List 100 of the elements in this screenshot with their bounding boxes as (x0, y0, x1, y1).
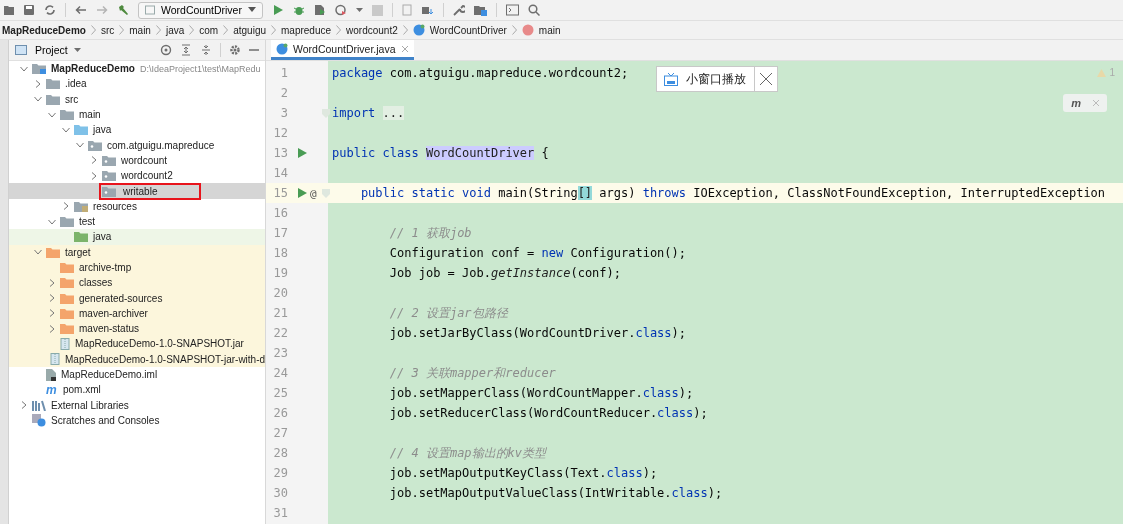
folder-icon[interactable] (4, 4, 14, 16)
close-icon[interactable] (400, 44, 409, 53)
chevron-right-icon[interactable] (48, 278, 56, 287)
chevron-right-icon[interactable] (34, 79, 42, 88)
locate-icon[interactable] (160, 44, 172, 56)
sync-icon[interactable] (44, 4, 56, 16)
code-text: job.setMapOutputValueClass(IntWritable. (389, 486, 672, 500)
line-number: 12 (272, 126, 289, 140)
breadcrumb-item[interactable]: atguigu (233, 24, 266, 36)
tree-row[interactable]: m pom.xml (9, 382, 265, 398)
breadcrumb-item[interactable]: main (129, 24, 151, 36)
library-icon (32, 399, 46, 411)
tree-row[interactable]: main (9, 106, 265, 123)
tree-row[interactable]: MapReduceDemo D:\IdeaProject1\test\MapRedu (9, 61, 265, 77)
settings-icon[interactable] (229, 44, 241, 56)
chevron-right-icon[interactable] (62, 202, 70, 211)
tree-row[interactable]: com.atguigu.mapreduce (9, 137, 265, 153)
breadcrumb-item[interactable]: src (100, 24, 115, 36)
chevron-right-icon[interactable] (48, 309, 56, 318)
bug-icon[interactable] (292, 4, 305, 16)
run-icon[interactable] (298, 188, 307, 198)
tree-row[interactable]: src (9, 91, 265, 107)
package-icon[interactable] (420, 4, 434, 16)
editor-tab[interactable]: WordCountDriver.java (271, 40, 414, 60)
breadcrumb-item[interactable]: main (538, 24, 561, 36)
project-structure-icon[interactable] (473, 4, 487, 16)
chevron-down-icon[interactable] (48, 217, 56, 226)
code-comment: // 2 设置jar包路径 (389, 305, 508, 320)
coverage-icon[interactable] (313, 4, 326, 16)
tree-row[interactable]: wordcount (9, 152, 265, 169)
wrench-icon[interactable] (452, 4, 465, 16)
tree-row[interactable]: maven-status (9, 321, 265, 337)
tree-row[interactable]: wordcount2 (9, 168, 265, 184)
tree-row[interactable]: writable (9, 183, 265, 199)
terminal-icon[interactable] (505, 4, 519, 16)
tree-row[interactable]: test (9, 213, 265, 230)
code-text: ); (671, 326, 686, 340)
tree-row[interactable]: java (9, 229, 265, 245)
breadcrumb-item[interactable]: wordcount2 (346, 24, 398, 36)
code-keyword: package (332, 66, 383, 80)
caret-icon[interactable] (355, 7, 363, 13)
warning-icon (1097, 68, 1107, 77)
chevron-icon (402, 25, 408, 35)
chevron-down-icon[interactable] (34, 248, 42, 257)
tree-item-label: pom.xml (62, 384, 102, 396)
chevron-right-icon[interactable] (48, 294, 56, 303)
line-number: 20 (272, 286, 289, 300)
tree-row[interactable]: MapReduceDemo-1.0-SNAPSHOT.jar (9, 336, 265, 352)
line-number: 19 (272, 266, 289, 280)
tree-row[interactable]: java (9, 122, 265, 138)
method-icon (521, 24, 534, 36)
implements-icon[interactable]: @ (310, 186, 317, 200)
back-arrow-icon[interactable] (75, 4, 87, 16)
run-config-dropdown[interactable]: WordCountDriver (138, 1, 263, 19)
breadcrumb-item[interactable]: mapreduce (281, 24, 332, 36)
tree-row[interactable]: MapReduceDemo.iml (9, 366, 265, 383)
expand-all-icon[interactable] (180, 44, 192, 56)
line-number: 13 (272, 146, 289, 160)
save-icon[interactable] (23, 4, 35, 16)
hammer-icon[interactable] (117, 4, 129, 16)
chevron-right-icon[interactable] (90, 156, 98, 165)
line-number: 21 (272, 306, 289, 320)
tree-item-label: resources (92, 200, 138, 212)
tree-row[interactable]: resources (9, 198, 265, 214)
breadcrumb-item[interactable]: WordCountDriver (429, 24, 507, 36)
tree-row[interactable]: External Libraries (9, 397, 265, 413)
chevron-down-icon[interactable] (48, 110, 56, 119)
panel-icon (15, 45, 27, 55)
tree-row[interactable]: classes (9, 275, 265, 291)
chevron-down-icon[interactable] (62, 125, 70, 134)
run-icon[interactable] (271, 4, 284, 16)
chevron-down-icon[interactable] (34, 95, 42, 104)
code-keyword: class (657, 406, 694, 420)
chevron-right-icon[interactable] (48, 324, 56, 333)
profiler-icon[interactable] (334, 4, 347, 16)
chevron-right-icon[interactable] (90, 171, 98, 180)
tree-row[interactable]: generated-sources (9, 290, 265, 306)
code-text: Configuration(); (569, 246, 687, 260)
tree-item-label: MapReduceDemo.iml (60, 369, 159, 381)
tv-icon (664, 72, 678, 86)
chevron-down-icon[interactable] (76, 141, 84, 150)
breadcrumb-item[interactable]: java (165, 24, 185, 36)
run-icon[interactable] (298, 148, 307, 158)
mini-player-label[interactable]: 小窗口播放 (686, 71, 746, 87)
tree-item-label: java (91, 124, 113, 136)
maven-reload-button[interactable]: m (1063, 94, 1107, 112)
code-keyword: class (642, 386, 679, 400)
code-text: main(String (497, 186, 578, 200)
tree-row[interactable]: Scratches and Consoles (9, 412, 265, 429)
breadcrumb-item[interactable]: MapReduceDemo (2, 24, 86, 36)
project-view-dropdown[interactable]: Project (35, 44, 81, 56)
breadcrumb-item[interactable]: com (199, 24, 219, 36)
tree-row[interactable]: .idea (9, 76, 265, 92)
chevron-right-icon[interactable] (20, 401, 28, 410)
bracket-match: [] (577, 186, 593, 200)
collapse-all-icon[interactable] (200, 44, 212, 56)
search-icon[interactable] (527, 4, 540, 16)
line-number: 18 (272, 246, 289, 260)
chevron-down-icon[interactable] (20, 64, 28, 73)
tree-item-label: java (91, 231, 113, 243)
